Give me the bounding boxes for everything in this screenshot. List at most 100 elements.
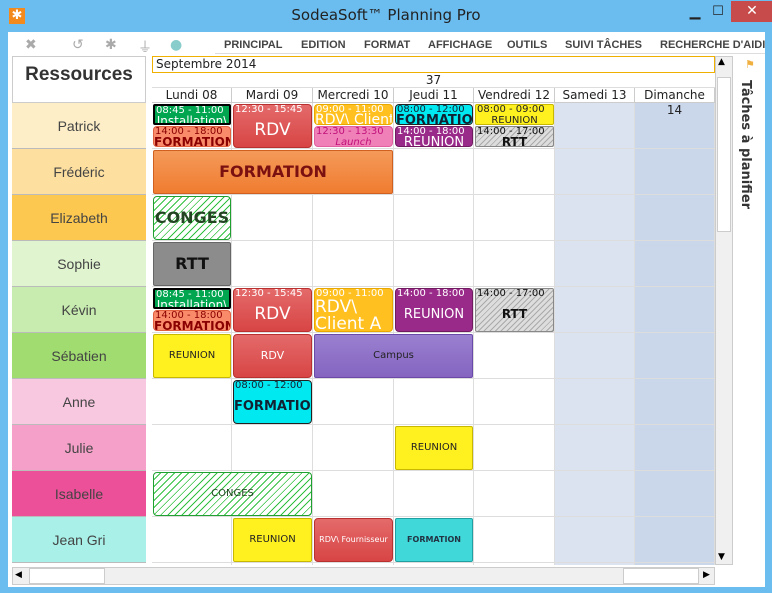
settings-icon[interactable]: ✱ (105, 37, 117, 53)
planning-grid[interactable]: 08:45 - 11:00 Installation\ 14:00 - 18:00 F… (152, 103, 715, 565)
grid-cell[interactable] (635, 425, 715, 471)
grid-cell[interactable] (474, 517, 555, 563)
event-conges[interactable]: CONGES (153, 472, 312, 516)
vertical-scrollbar[interactable]: ▲ ▼ (715, 56, 733, 565)
grid-cell[interactable] (394, 563, 474, 565)
horizontal-scroll-right-area[interactable] (623, 568, 699, 584)
grid-cell[interactable] (474, 195, 555, 241)
event-reunion[interactable]: REUNION (395, 426, 473, 470)
menu-outils[interactable]: OUTILS (507, 39, 547, 51)
grid-cell[interactable] (232, 195, 313, 241)
scroll-left-icon[interactable]: ◀ (15, 570, 22, 580)
maximize-button[interactable]: ☐ (706, 4, 730, 24)
grid-cell[interactable] (555, 471, 635, 517)
close-icon[interactable]: ✖ (25, 37, 37, 53)
grid-cell[interactable] (313, 425, 394, 471)
plug-icon[interactable]: ⏚ (138, 37, 152, 57)
event-campus[interactable]: Campus (314, 334, 473, 378)
grid-cell[interactable] (474, 333, 555, 379)
resource-row-9[interactable]: Jean Gri (12, 517, 146, 563)
grid-cell[interactable] (152, 563, 232, 565)
event-launch[interactable]: 12:30 - 13:30 Launch (314, 126, 393, 147)
resource-row-4[interactable]: Kévin (12, 287, 146, 333)
grid-cell[interactable] (474, 241, 555, 287)
grid-cell[interactable] (394, 149, 474, 195)
scroll-right-icon[interactable]: ▶ (703, 570, 710, 580)
menu-affichage[interactable]: AFFICHAGE (428, 39, 492, 51)
grid-cell[interactable] (313, 471, 394, 517)
grid-cell[interactable] (313, 563, 394, 565)
event-reunion[interactable]: 14:00 - 18:00 REUNION (395, 288, 473, 332)
minimize-button[interactable]: ▁ (683, 4, 707, 24)
resource-row-8[interactable]: Isabelle (12, 471, 146, 517)
resource-row-5[interactable]: Sébatien (12, 333, 146, 379)
menu-suivi-tâches[interactable]: SUIVI TÂCHES (565, 39, 642, 51)
grid-cell[interactable] (555, 149, 635, 195)
resource-row-3[interactable]: Sophie (12, 241, 146, 287)
event-rdv-client-a[interactable]: 09:00 - 11:00RDV\ Client A (314, 288, 393, 332)
grid-cell[interactable] (635, 195, 715, 241)
horizontal-scrollbar[interactable]: ◀ ▶ (12, 567, 715, 585)
grid-cell[interactable] (635, 149, 715, 195)
grid-cell[interactable] (635, 563, 715, 565)
event-reunion[interactable]: REUNION (153, 334, 231, 378)
grid-cell[interactable] (394, 241, 474, 287)
event-rdv[interactable]: 12:30 - 15:45 RDV (233, 288, 312, 332)
menu-principal[interactable]: PRINCIPAL (224, 39, 282, 51)
scroll-up-icon[interactable]: ▲ (718, 57, 725, 67)
event-installation-[interactable]: 08:45 - 11:00 Installation\ (153, 104, 231, 125)
event-rtt[interactable]: RTT (153, 242, 231, 286)
menu-format[interactable]: FORMAT (364, 39, 410, 51)
grid-cell[interactable] (635, 379, 715, 425)
event-reunion[interactable]: 14:00 - 18:00 REUNION (395, 126, 473, 147)
event-rdv-client-a[interactable]: 09:00 - 11:00RDV\ Client A (314, 104, 393, 125)
grid-cell[interactable] (555, 241, 635, 287)
event-rtt[interactable]: 14:00 - 17:00 RTT (475, 126, 554, 147)
grid-cell[interactable] (474, 471, 555, 517)
event-rdv[interactable]: RDV (233, 334, 312, 378)
grid-cell[interactable] (635, 471, 715, 517)
event-installation-[interactable]: 08:45 - 11:00 Installation\ (153, 288, 231, 309)
grid-cell[interactable] (555, 103, 635, 149)
event-rdv[interactable]: 12:30 - 15:45 RDV (233, 104, 312, 148)
grid-cell[interactable] (555, 379, 635, 425)
grid-cell[interactable] (232, 425, 313, 471)
grid-cell[interactable] (474, 425, 555, 471)
grid-cell[interactable] (555, 425, 635, 471)
grid-cell[interactable] (313, 195, 394, 241)
grid-cell[interactable] (635, 287, 715, 333)
grid-cell[interactable] (474, 563, 555, 565)
event-formation[interactable]: FORMATION (395, 518, 473, 562)
horizontal-scroll-left-area[interactable] (29, 568, 105, 584)
event-formation[interactable]: FORMATION (153, 150, 393, 194)
grid-cell[interactable] (555, 287, 635, 333)
tasks-to-plan-tab[interactable]: Tâches à planifier (738, 80, 753, 209)
refresh-icon[interactable]: ↺ (72, 37, 84, 53)
grid-cell[interactable] (232, 241, 313, 287)
resource-row-1[interactable]: Frédéric (12, 149, 146, 195)
event-reunion[interactable]: REUNION (233, 518, 312, 562)
close-window-button[interactable]: ✕ (731, 1, 772, 22)
event-rtt[interactable]: 14:00 - 17:00 RTT (475, 288, 554, 332)
menu-edition[interactable]: EDITION (301, 39, 346, 51)
event-formation[interactable]: 08:00 - 12:00FORMATION (233, 380, 312, 424)
grid-cell[interactable] (152, 379, 232, 425)
event-conges[interactable]: CONGES (153, 196, 231, 240)
grid-cell[interactable] (474, 149, 555, 195)
resource-row-6[interactable]: Anne (12, 379, 146, 425)
grid-cell[interactable] (152, 425, 232, 471)
grid-cell[interactable] (313, 241, 394, 287)
grid-cell[interactable] (394, 471, 474, 517)
grid-cell[interactable] (394, 379, 474, 425)
grid-cell[interactable] (555, 333, 635, 379)
scroll-down-icon[interactable]: ▼ (718, 552, 725, 562)
grid-cell[interactable] (232, 563, 313, 565)
grid-cell[interactable] (635, 517, 715, 563)
status-dot-icon[interactable]: ● (170, 37, 182, 53)
grid-cell[interactable] (152, 517, 232, 563)
resource-row-7[interactable]: Julie (12, 425, 146, 471)
resource-row-0[interactable]: Patrick (12, 103, 146, 149)
event-formation[interactable]: 08:00 - 12:00FORMATION (395, 104, 473, 125)
grid-cell[interactable] (555, 517, 635, 563)
grid-cell[interactable] (394, 195, 474, 241)
